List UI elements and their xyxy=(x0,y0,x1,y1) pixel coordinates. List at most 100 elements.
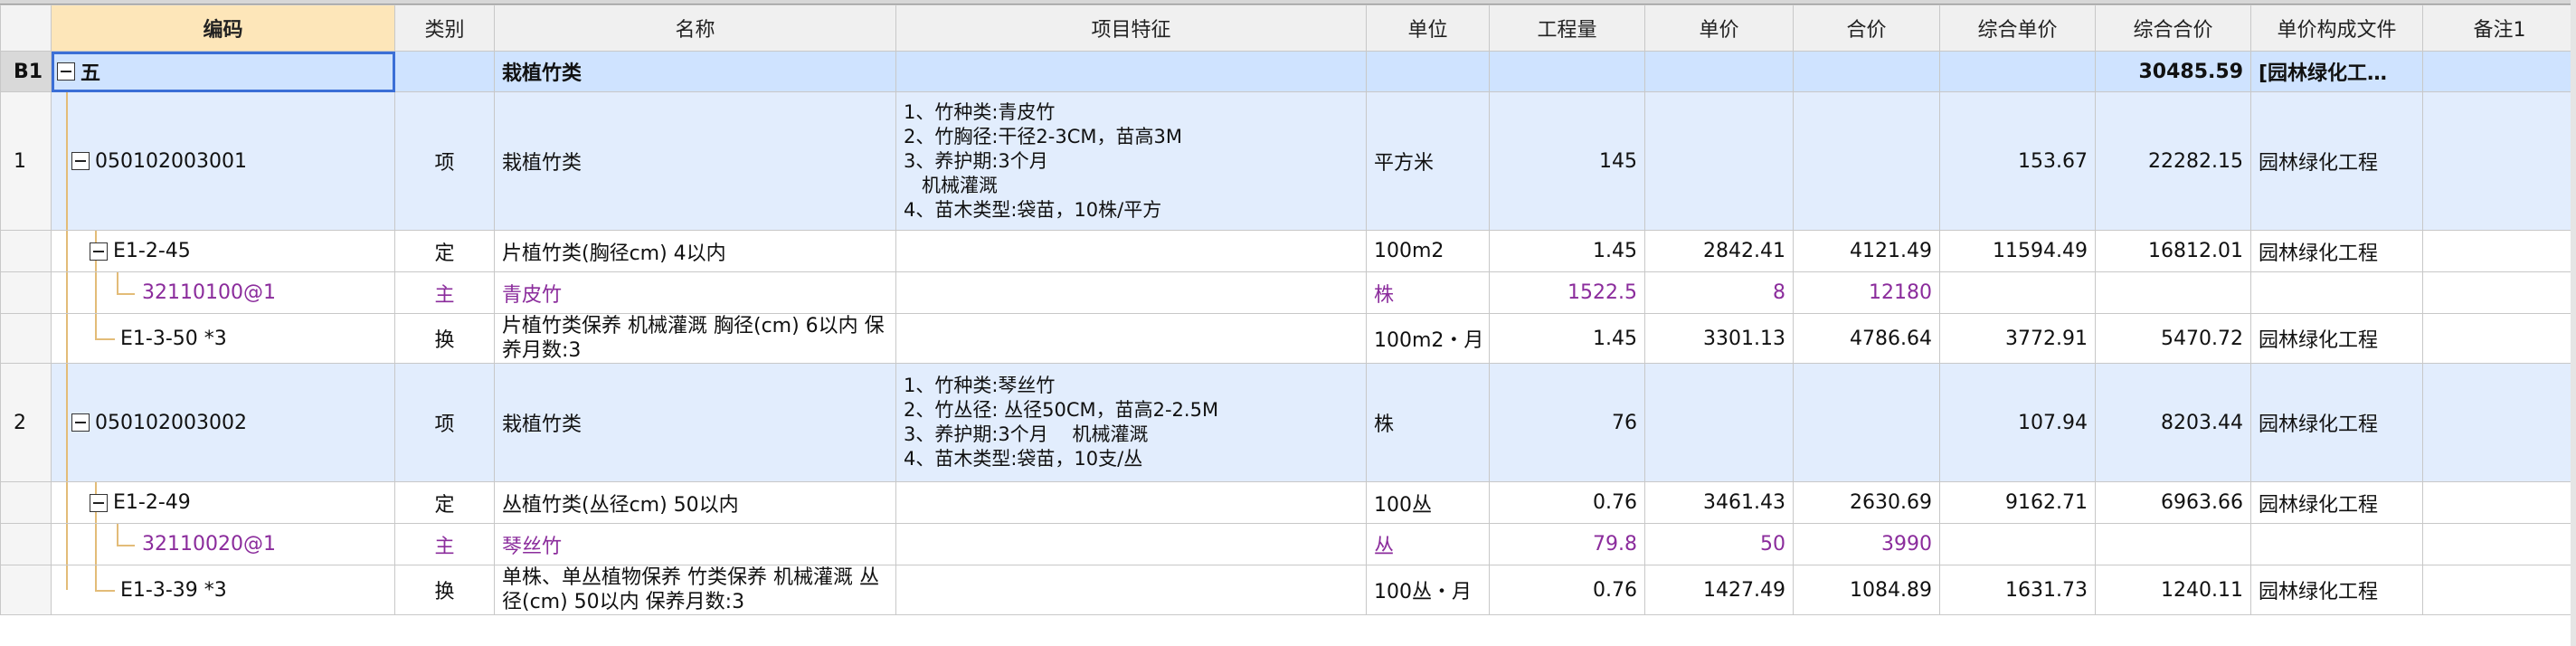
qty-cell[interactable] xyxy=(1489,51,1645,92)
collapse-toggle-icon[interactable] xyxy=(71,413,90,432)
comp-amount-cell[interactable]: 30485.59 xyxy=(2095,51,2251,92)
unit-cell[interactable]: 100m2・月 xyxy=(1366,313,1490,364)
col-header-qty[interactable]: 工程量 xyxy=(1489,5,1645,52)
comp-price-cell[interactable]: 9162.71 xyxy=(1939,481,2096,524)
name-cell[interactable]: 单株、单丛植物保养 竹类保养 机械灌溉 丛径(cm) 50以内 保养月数:3 xyxy=(494,565,896,615)
comp-amount-cell[interactable]: 5470.72 xyxy=(2095,313,2251,364)
type-cell[interactable]: 定 xyxy=(394,230,495,272)
code-cell[interactable]: 32110100@1 xyxy=(51,271,395,314)
col-header-file[interactable]: 单价构成文件 xyxy=(2250,5,2423,52)
file-cell[interactable] xyxy=(2250,271,2423,314)
file-cell[interactable]: 园林绿化工程 xyxy=(2250,565,2423,615)
table-row[interactable]: E1-2-45 定 片植竹类(胸径cm) 4以内 100m2 1.45 2842… xyxy=(0,230,2576,272)
features-cell[interactable]: 1、竹种类:琴丝竹 2、竹丛径: 丛径50CM，苗高2-2.5M 3、养护期:3… xyxy=(895,363,1367,482)
type-cell[interactable]: 主 xyxy=(394,523,495,565)
row-number[interactable] xyxy=(0,565,52,615)
col-header-comp-price[interactable]: 综合单价 xyxy=(1939,5,2096,52)
price-cell[interactable]: 8 xyxy=(1644,271,1794,314)
type-cell[interactable]: 项 xyxy=(394,91,495,231)
row-number[interactable]: 2 xyxy=(0,363,52,482)
price-cell[interactable] xyxy=(1644,363,1794,482)
features-cell[interactable] xyxy=(895,313,1367,364)
unit-cell[interactable] xyxy=(1366,51,1490,92)
row-number[interactable] xyxy=(0,313,52,364)
type-cell[interactable]: 定 xyxy=(394,481,495,524)
name-cell[interactable]: 栽植竹类 xyxy=(494,363,896,482)
comp-amount-cell[interactable]: 16812.01 xyxy=(2095,230,2251,272)
unit-cell[interactable]: 100丛・月 xyxy=(1366,565,1490,615)
note-cell[interactable] xyxy=(2422,91,2576,231)
name-cell[interactable]: 片植竹类保养 机械灌溉 胸径(cm) 6以内 保养月数:3 xyxy=(494,313,896,364)
row-number[interactable] xyxy=(0,230,52,272)
unit-cell[interactable]: 平方米 xyxy=(1366,91,1490,231)
col-header-code[interactable]: 编码 xyxy=(51,5,395,52)
price-cell[interactable]: 3301.13 xyxy=(1644,313,1794,364)
unit-cell[interactable]: 株 xyxy=(1366,363,1490,482)
amount-cell[interactable]: 12180 xyxy=(1793,271,1940,314)
note-cell[interactable] xyxy=(2422,565,2576,615)
code-cell[interactable]: E1-3-39 *3 xyxy=(51,565,395,615)
name-cell[interactable]: 丛植竹类(丛径cm) 50以内 xyxy=(494,481,896,524)
file-cell[interactable]: 园林绿化工程 xyxy=(2250,230,2423,272)
amount-cell[interactable]: 1084.89 xyxy=(1793,565,1940,615)
section-row[interactable]: B1 五 栽植竹类 30485.59 [园林绿化工… xyxy=(0,51,2576,92)
unit-cell[interactable]: 100丛 xyxy=(1366,481,1490,524)
comp-price-cell[interactable] xyxy=(1939,523,2096,565)
col-header-note[interactable]: 备注1 xyxy=(2422,5,2576,52)
type-cell[interactable] xyxy=(394,51,495,92)
row-number[interactable] xyxy=(0,523,52,565)
amount-cell[interactable]: 4121.49 xyxy=(1793,230,1940,272)
note-cell[interactable] xyxy=(2422,363,2576,482)
comp-amount-cell[interactable] xyxy=(2095,271,2251,314)
features-cell[interactable] xyxy=(895,271,1367,314)
unit-cell[interactable]: 100m2 xyxy=(1366,230,1490,272)
collapse-toggle-icon[interactable] xyxy=(90,493,108,512)
comp-amount-cell[interactable]: 6963.66 xyxy=(2095,481,2251,524)
amount-cell[interactable]: 2630.69 xyxy=(1793,481,1940,524)
qty-cell[interactable]: 0.76 xyxy=(1489,565,1645,615)
note-cell[interactable] xyxy=(2422,51,2576,92)
amount-cell[interactable]: 4786.64 xyxy=(1793,313,1940,364)
type-cell[interactable]: 换 xyxy=(394,565,495,615)
row-number[interactable] xyxy=(0,271,52,314)
code-cell[interactable]: 050102003001 xyxy=(51,91,395,231)
row-number[interactable]: 1 xyxy=(0,91,52,231)
corner-cell[interactable] xyxy=(0,5,52,52)
price-cell[interactable] xyxy=(1644,91,1794,231)
note-cell[interactable] xyxy=(2422,523,2576,565)
comp-price-cell[interactable] xyxy=(1939,271,2096,314)
note-cell[interactable] xyxy=(2422,481,2576,524)
file-cell[interactable]: 园林绿化工程 xyxy=(2250,313,2423,364)
code-cell[interactable]: E1-3-50 *3 xyxy=(51,313,395,364)
price-cell[interactable]: 2842.41 xyxy=(1644,230,1794,272)
comp-amount-cell[interactable]: 8203.44 xyxy=(2095,363,2251,482)
price-cell[interactable]: 3461.43 xyxy=(1644,481,1794,524)
features-cell[interactable] xyxy=(895,481,1367,524)
table-row[interactable]: E1-2-49 定 丛植竹类(丛径cm) 50以内 100丛 0.76 3461… xyxy=(0,481,2576,524)
col-header-comp-amount[interactable]: 综合合价 xyxy=(2095,5,2251,52)
features-cell[interactable]: 1、竹种类:青皮竹 2、竹胸径:干径2-3CM，苗高3M 3、养护期:3个月 机… xyxy=(895,91,1367,231)
right-scroll-gutter[interactable] xyxy=(2571,0,2576,646)
table-row[interactable]: 2 050102003002 项 栽植竹类 1、竹种类:琴丝竹 2、竹丛径: 丛… xyxy=(0,363,2576,482)
amount-cell[interactable] xyxy=(1793,91,1940,231)
qty-cell[interactable]: 0.76 xyxy=(1489,481,1645,524)
note-cell[interactable] xyxy=(2422,271,2576,314)
code-cell[interactable]: 050102003002 xyxy=(51,363,395,482)
comp-price-cell[interactable] xyxy=(1939,51,2096,92)
col-header-features[interactable]: 项目特征 xyxy=(895,5,1367,52)
qty-cell[interactable]: 145 xyxy=(1489,91,1645,231)
name-cell[interactable]: 青皮竹 xyxy=(494,271,896,314)
price-cell[interactable] xyxy=(1644,51,1794,92)
row-number[interactable]: B1 xyxy=(0,51,52,92)
table-row[interactable]: E1-3-50 *3 换 片植竹类保养 机械灌溉 胸径(cm) 6以内 保养月数… xyxy=(0,313,2576,364)
features-cell[interactable] xyxy=(895,565,1367,615)
collapse-toggle-icon[interactable] xyxy=(71,152,90,170)
comp-price-cell[interactable]: 11594.49 xyxy=(1939,230,2096,272)
unit-cell[interactable]: 丛 xyxy=(1366,523,1490,565)
features-cell[interactable] xyxy=(895,230,1367,272)
comp-amount-cell[interactable]: 1240.11 xyxy=(2095,565,2251,615)
collapse-toggle-icon[interactable] xyxy=(90,242,108,261)
unit-cell[interactable]: 株 xyxy=(1366,271,1490,314)
amount-cell[interactable]: 3990 xyxy=(1793,523,1940,565)
code-cell[interactable]: E1-2-49 xyxy=(51,481,395,524)
